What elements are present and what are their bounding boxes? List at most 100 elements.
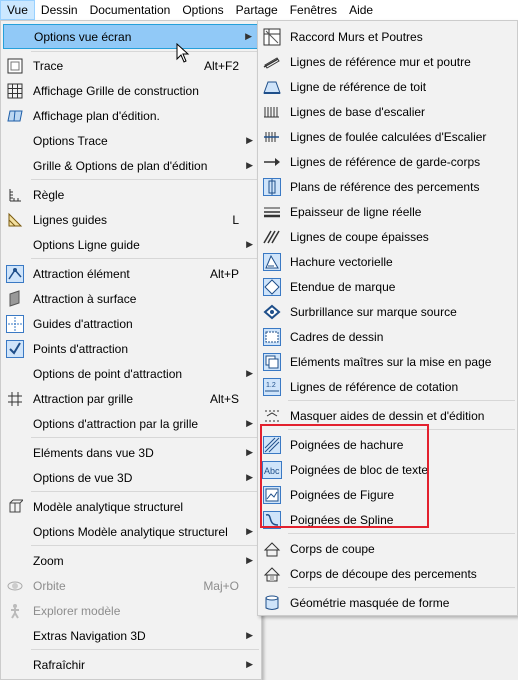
menu-partage[interactable]: Partage (230, 0, 284, 20)
menu-item-regle[interactable]: Règle (3, 182, 259, 207)
menu-item-label: Rafraîchir (33, 657, 86, 672)
stair-baseline-icon (262, 102, 282, 121)
menu-item-modele-analytique[interactable]: Modèle analytique structurel (3, 494, 259, 519)
mouse-pointer-icon (176, 43, 190, 63)
menu-item-options-modele-analytique[interactable]: Options Modèle analytique structurel ▶ (3, 519, 259, 544)
submenu-arrow-icon: ▶ (246, 239, 253, 249)
railing-reference-icon (262, 152, 282, 171)
submenu-arrow-icon: ▶ (246, 368, 253, 378)
submenu-item-etendue-marque[interactable]: Etendue de marque (260, 274, 515, 299)
menu-item-label: Etendue de marque (290, 279, 396, 294)
menu-item-label: Ligne de référence de toit (290, 79, 427, 94)
menu-dessin[interactable]: Dessin (35, 0, 84, 20)
menu-fenetres[interactable]: Fenêtres (284, 0, 343, 20)
snap-points-icon (5, 339, 25, 358)
menu-item-rafraichir[interactable]: Rafraîchir ▶ (3, 652, 259, 677)
structural-model-icon (5, 497, 25, 516)
submenu-item-corps-decoupe[interactable]: Corps de découpe des percements (260, 561, 515, 586)
submenu-item-elements-maitres[interactable]: Eléments maîtres sur la mise en page (260, 349, 515, 374)
menu-item-label: Options de point d'attraction (33, 366, 183, 381)
wall-beam-junction-icon (262, 27, 282, 46)
submenu-item-coupe-epaisses[interactable]: Lignes de coupe épaisses (260, 224, 515, 249)
submenu-item-hachure-vectorielle[interactable]: Hachure vectorielle (260, 249, 515, 274)
submenu-arrow-icon: ▶ (246, 472, 253, 482)
menu-item-guides-attraction[interactable]: Guides d'attraction (3, 311, 259, 336)
menu-item-affichage-plan-edition[interactable]: Affichage plan d'édition. (3, 103, 259, 128)
submenu-arrow-icon: ▶ (246, 135, 253, 145)
submenu-arrow-icon: ▶ (246, 160, 253, 170)
menu-options[interactable]: Options (176, 0, 229, 20)
grid-snap-icon (5, 389, 25, 408)
menu-item-options-point-attraction[interactable]: Options de point d'attraction ▶ (3, 361, 259, 386)
submenu-item-garde-corps[interactable]: Lignes de référence de garde-corps (260, 149, 515, 174)
menu-item-label: Cadres de dessin (290, 329, 384, 344)
menu-documentation[interactable]: Documentation (84, 0, 177, 20)
submenu-item-base-escalier[interactable]: Lignes de base d'escalier (260, 99, 515, 124)
submenu-item-ligne-ref-toit[interactable]: Ligne de référence de toit (260, 74, 515, 99)
submenu-item-poignees-spline[interactable]: Poignées de Spline (260, 507, 515, 532)
menu-aide[interactable]: Aide (343, 0, 379, 20)
submenu-item-cadres-dessin[interactable]: Cadres de dessin (260, 324, 515, 349)
submenu-item-geometrie-masquee[interactable]: Géométrie masquée de forme (260, 590, 515, 615)
text-block-handles-icon: Abc (262, 460, 282, 479)
submenu-item-poignees-hachure[interactable]: Poignées de hachure (260, 432, 515, 457)
menu-item-options-attraction-grille[interactable]: Options d'attraction par la grille ▶ (3, 411, 259, 436)
menu-item-trace[interactable]: Trace Alt+F2 (3, 53, 259, 78)
menu-item-options-ligne-guide[interactable]: Options Ligne guide ▶ (3, 232, 259, 257)
menu-item-label: Règle (33, 187, 65, 202)
submenu-item-ref-cotation[interactable]: 1.2 Lignes de référence de cotation (260, 374, 515, 399)
menu-vue[interactable]: Vue (0, 0, 35, 20)
menu-item-label: Masquer aides de dessin et d'édition (290, 408, 485, 423)
orbit-icon (5, 576, 25, 595)
menu-bar: Vue Dessin Documentation Options Partage… (0, 0, 518, 21)
menu-item-attraction-surface[interactable]: Attraction à surface (3, 286, 259, 311)
separator (31, 258, 259, 259)
menu-item-attraction-element[interactable]: Attraction élément Alt+P (3, 261, 259, 286)
menu-item-affichage-grille[interactable]: Affichage Grille de construction (3, 78, 259, 103)
submenu-item-masquer-aides[interactable]: Masquer aides de dessin et d'édition (260, 403, 515, 428)
submenu-item-raccord-murs[interactable]: Raccord Murs et Poutres (260, 24, 515, 49)
svg-text:Abc: Abc (264, 466, 280, 476)
menu-item-grille-options[interactable]: Grille & Options de plan d'édition ▶ (3, 153, 259, 178)
menu-item-label: Points d'attraction (33, 341, 129, 356)
menu-item-extras-navigation-3d[interactable]: Extras Navigation 3D ▶ (3, 623, 259, 648)
menu-item-label: Géométrie masquée de forme (290, 595, 450, 610)
menu-item-label: Options Trace (33, 133, 108, 148)
submenu-item-poignees-figure[interactable]: Poignées de Figure (260, 482, 515, 507)
menu-item-label: Attraction élément (33, 266, 130, 281)
menu-item-points-attraction[interactable]: Points d'attraction (3, 336, 259, 361)
menu-item-options-trace[interactable]: Options Trace ▶ (3, 128, 259, 153)
menu-item-options-vue-3d[interactable]: Options de vue 3D ▶ (3, 465, 259, 490)
menu-item-label: Options Ligne guide (33, 237, 140, 252)
separator (31, 437, 259, 438)
element-snap-icon (5, 264, 25, 283)
stair-walkline-icon (262, 127, 282, 146)
menu-item-label: Trace (33, 58, 64, 73)
menu-item-attraction-grille[interactable]: Attraction par grille Alt+S (3, 386, 259, 411)
submenu-item-lignes-ref-mur[interactable]: Lignes de référence mur et poutre (260, 49, 515, 74)
menu-item-label: Attraction à surface (33, 291, 137, 306)
submenu-item-surbrillance[interactable]: Surbrillance sur marque source (260, 299, 515, 324)
separator (288, 400, 515, 401)
submenu-item-plans-percements[interactable]: Plans de référence des percements (260, 174, 515, 199)
menu-item-label: Plans de référence des percements (290, 179, 480, 194)
separator (31, 491, 259, 492)
menu-item-options-vue-ecran[interactable]: Options vue écran ▶ (3, 24, 259, 49)
submenu-item-corps-coupe[interactable]: Corps de coupe (260, 536, 515, 561)
menu-item-label: Lignes de référence de garde-corps (290, 154, 481, 169)
menu-item-zoom[interactable]: Zoom ▶ (3, 548, 259, 573)
menu-item-label: Grille & Options de plan d'édition (33, 158, 208, 173)
menu-item-lignes-guides[interactable]: Lignes guides L (3, 207, 259, 232)
separator (31, 545, 259, 546)
submenu-item-epaisseur-ligne[interactable]: Epaisseur de ligne réelle (260, 199, 515, 224)
menu-item-explorer-modele: Explorer modèle (3, 598, 259, 623)
submenu-item-foulee-escalier[interactable]: Lignes de foulée calculées d'Escalier (260, 124, 515, 149)
menu-item-label: Affichage plan d'édition. (33, 108, 160, 123)
menu-item-label: Extras Navigation 3D (33, 628, 146, 643)
menu-item-label: Lignes de référence de cotation (290, 379, 459, 394)
grid-icon (5, 81, 25, 100)
submenu-item-poignees-texte[interactable]: Abc Poignées de bloc de texte (260, 457, 515, 482)
menu-item-label: Attraction par grille (33, 391, 134, 406)
menu-item-elements-vue-3d[interactable]: Eléments dans vue 3D ▶ (3, 440, 259, 465)
menu-item-label: Options Modèle analytique structurel (33, 524, 228, 539)
